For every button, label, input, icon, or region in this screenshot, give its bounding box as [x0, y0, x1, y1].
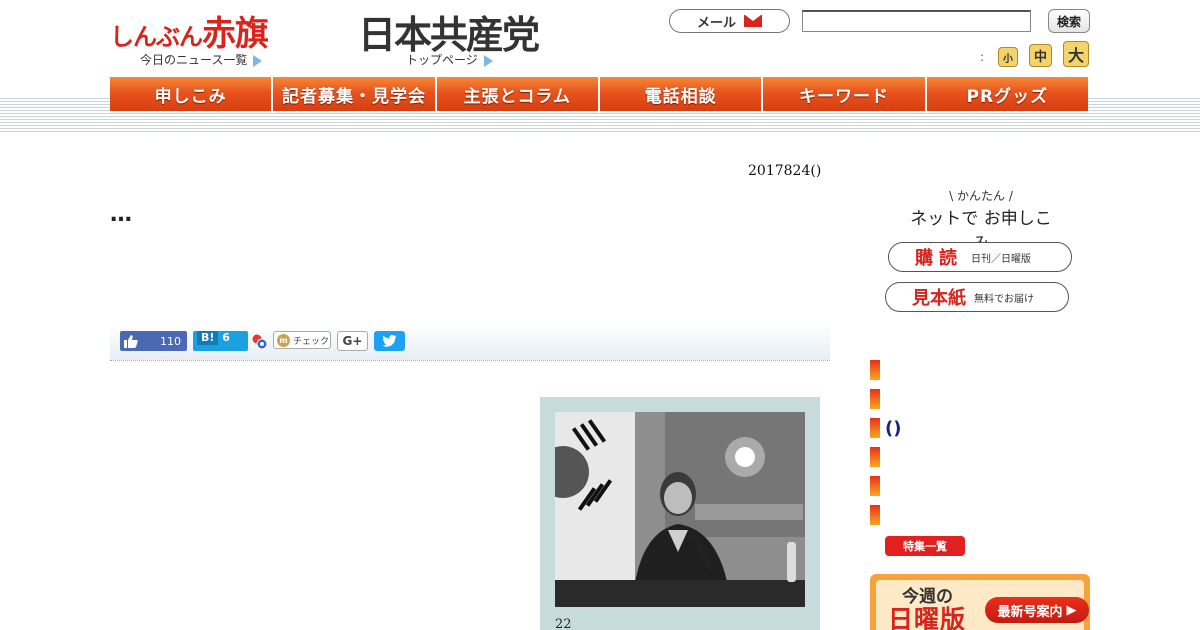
article-photo[interactable] [555, 412, 805, 607]
sidebar-marker [870, 505, 880, 525]
twitter-bird-icon [382, 335, 397, 347]
page: しんぶん赤旗 今日のニュース一覧 日本共産党 トップページ メール 検索 : 小… [0, 0, 1200, 630]
font-size-colon: : [980, 50, 985, 64]
feature-list-button[interactable]: 特集一覧 [885, 536, 965, 556]
mixi-icon: m [277, 333, 290, 347]
article-title: … [110, 202, 132, 227]
latest-issue-button[interactable]: 最新号案内 ▶ [985, 597, 1089, 623]
sidebar-marker [870, 418, 880, 438]
font-large-button[interactable]: 大 [1063, 41, 1089, 67]
like-count: 110 [160, 334, 181, 348]
sample-label: 見本紙 [912, 288, 966, 309]
font-medium-button[interactable]: 中 [1029, 44, 1052, 67]
photo-caption: 22 [555, 617, 572, 630]
akahata-logo-big: 赤旗 [202, 14, 269, 54]
article-date: 2017824() [748, 163, 822, 179]
search-button[interactable]: 検索 [1048, 9, 1090, 33]
top-page-link-label: トップページ [406, 53, 478, 67]
news-list-link-label: 今日のニュース一覧 [140, 53, 248, 67]
main-nav: 申しこみ 記者募集・見学会 主張とコラム 電話相談 キーワード PRグッズ [110, 77, 1088, 111]
mixi-check-button[interactable]: m チェック [273, 331, 331, 349]
play-arrow-icon [253, 54, 263, 67]
play-arrow-icon: ▶ [1066, 602, 1077, 618]
slash-left: \ [949, 189, 957, 203]
mail-button[interactable]: メール [669, 9, 790, 33]
akahata-logo-small: しんぶん [110, 23, 203, 51]
nav-item-phone[interactable]: 電話相談 [599, 77, 764, 111]
net-prefix: ネットで [910, 209, 979, 229]
envelope-icon [744, 15, 762, 27]
nav-item-keyword[interactable]: キーワード [763, 77, 927, 111]
news-list-link[interactable]: 今日のニュース一覧 [140, 51, 263, 68]
play-arrow-icon [483, 54, 493, 67]
facebook-like-button[interactable]: 110 [120, 331, 187, 351]
akahata-logo[interactable]: しんぶん赤旗 [110, 6, 269, 55]
subscribe-button[interactable]: 購読 日刊／日曜版 [888, 242, 1072, 272]
google-plus-button[interactable]: G+ [337, 331, 368, 351]
search-input[interactable] [802, 10, 1031, 32]
nav-item-recruit[interactable]: 記者募集・見学会 [273, 77, 437, 111]
sidebar-marker [870, 389, 880, 409]
sidebar-marker [870, 476, 880, 496]
sidebar-marker [870, 447, 880, 467]
subscribe-label: 購読 [915, 248, 963, 269]
sample-note: 無料でお届け [974, 293, 1034, 305]
kantan-label: かんたん [956, 189, 1005, 203]
top-page-link[interactable]: トップページ [406, 51, 493, 68]
sidebar-marker [870, 360, 880, 380]
latest-issue-label: 最新号案内 [997, 604, 1063, 620]
nav-item-pr-goods[interactable]: PRグッズ [926, 77, 1088, 111]
thumbs-up-icon [124, 334, 138, 348]
hatena-bookmark-button[interactable]: B! 6 [193, 331, 248, 351]
nav-item-column[interactable]: 主張とコラム [436, 77, 600, 111]
sidebar-item-link[interactable]: () [885, 418, 901, 439]
mail-button-label: メール [696, 15, 736, 31]
livedoor-clip-icon[interactable] [251, 333, 268, 350]
tweet-button[interactable] [374, 331, 405, 351]
nav-item-apply[interactable]: 申しこみ [110, 77, 274, 111]
hatena-count: 6 [222, 331, 230, 344]
sample-paper-button[interactable]: 見本紙 無料でお届け [885, 282, 1069, 312]
subscribe-note: 日刊／日曜版 [971, 253, 1031, 265]
check-label: チェック [293, 336, 330, 347]
font-small-button[interactable]: 小 [998, 47, 1018, 67]
slash-right: / [1005, 189, 1013, 203]
sunday-title: 日曜版 [888, 605, 967, 630]
hatena-label: B! [197, 331, 219, 345]
